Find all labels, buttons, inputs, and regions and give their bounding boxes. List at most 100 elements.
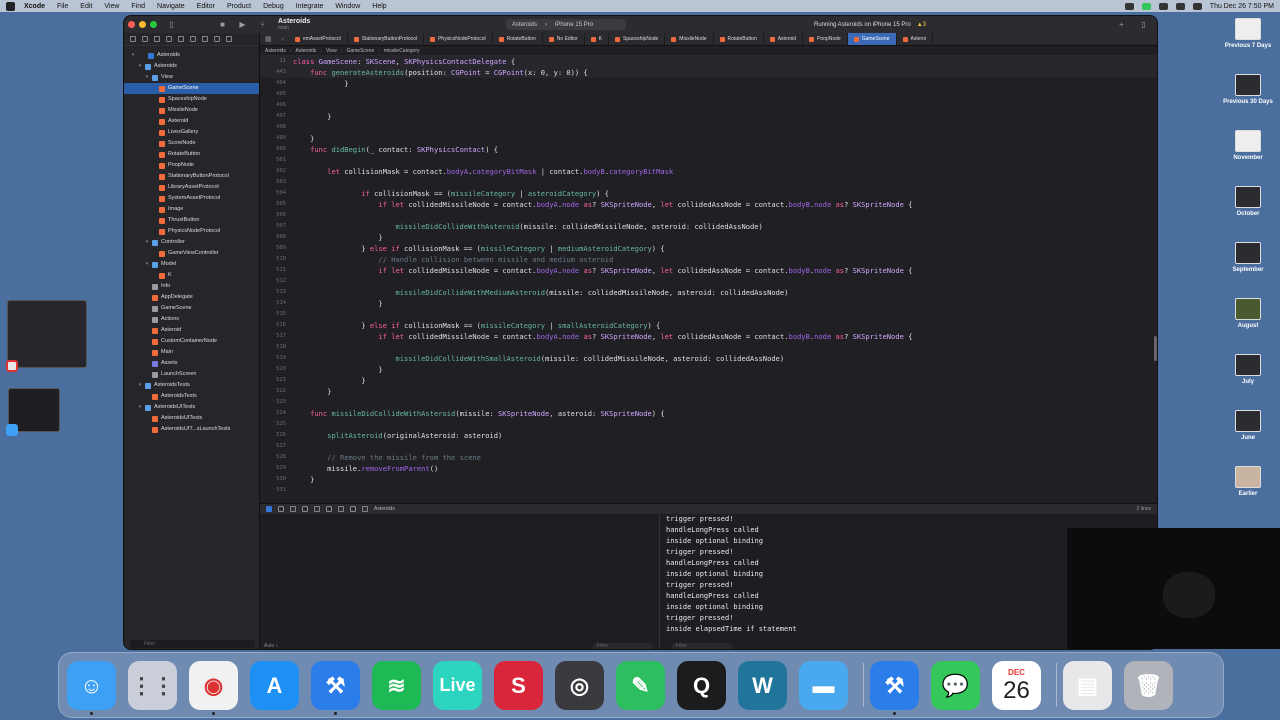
window-thumbnail[interactable] [7,300,87,368]
dock-evernote-icon[interactable]: ✎ [616,661,665,710]
debug-target[interactable]: Asteroids [374,506,395,512]
tab-spaceshipnode[interactable]: SpaceshipNode [609,33,666,45]
tab-k[interactable]: K [585,33,609,45]
source-editor[interactable]: 11 class GameScene: SKScene, SKPhysicsCon… [260,56,1157,503]
jumpbar-item[interactable]: missileCategory [384,48,420,54]
zoom-window-button[interactable] [150,21,157,28]
sidebar-item-asteroids[interactable]: ▾ Asteroids [124,61,259,72]
source-control-icon[interactable]: ⑂ [257,20,268,29]
sidebar-item-launchscreen[interactable]: LaunchScreen [124,369,259,380]
sidebar-item-k[interactable]: K [124,270,259,281]
desktop-stack-august[interactable]: August [1222,298,1274,329]
add-icon[interactable]: + [1116,20,1127,29]
battery-icon[interactable] [1158,2,1168,10]
location-icon[interactable] [362,506,368,512]
sidebar-item-thrustbutton[interactable]: ThrustButton [124,215,259,226]
stop-icon[interactable]: ■ [217,20,228,29]
menu-file[interactable]: File [57,3,68,10]
apple-icon[interactable] [6,1,15,11]
hide-debug-area-icon[interactable] [266,506,272,512]
wifi-icon[interactable] [1175,2,1185,10]
sidebar-item-spaceshipnode[interactable]: SpaceshipNode [124,94,259,105]
dock-live-icon[interactable]: Live [433,661,482,710]
tab-no-editor[interactable]: No Editor [543,33,585,45]
tab-rotatebutton[interactable]: RotateButton [714,33,764,45]
menu-navigate[interactable]: Navigate [157,3,185,10]
dock-spotify-icon[interactable]: ≋ [372,661,421,710]
sidebar-item-livesgallery[interactable]: LivesGallery [124,127,259,138]
desktop-stack-june[interactable]: June [1222,410,1274,441]
report-nav-icon[interactable] [226,36,232,42]
run-icon[interactable]: ▶ [237,20,248,29]
dock-trash-icon[interactable]: 🗑 [1124,661,1173,710]
sidebar-item-rotatebutton[interactable]: RotateButton [124,149,259,160]
sidebar-item-assets[interactable]: Assets [124,358,259,369]
scheme-selector[interactable]: Asteroids › iPhone 15 Pro [506,19,626,30]
sidebar-item-gamescene[interactable]: GameScene [124,83,259,94]
dock-messages-icon[interactable]: 💬 [931,661,980,710]
find-nav-icon[interactable] [166,36,172,42]
sidebar-item-stationarybuttonprotocol[interactable]: StationaryButtonProtocol [124,171,259,182]
jumpbar-item[interactable]: View [326,48,337,54]
warning-badge[interactable]: ▲3 [917,22,926,28]
menu-app-name[interactable]: Xcode [24,3,45,10]
step-over-icon[interactable] [302,506,308,512]
issue-nav-icon[interactable] [178,36,184,42]
sidebar-item-physicsnodeprotocol[interactable]: PhysicsNodeProtocol [124,226,259,237]
dock-chrome-icon[interactable]: ◉ [189,661,238,715]
sidebar-item-model[interactable]: ▾ Model [124,259,259,270]
variables-mode-select[interactable]: Auto ↕ [264,643,278,649]
menu-integrate[interactable]: Integrate [296,3,324,10]
jumpbar-item[interactable]: GameScene [346,48,374,54]
dock-simulator-icon[interactable]: ⚒ [870,661,919,715]
tab-stationarybuttonprotocol[interactable]: StationaryButtonProtocol [348,33,425,45]
view-hierarchy-icon[interactable] [338,506,344,512]
sidebar-item-gamescene[interactable]: GameScene [124,303,259,314]
desktop-stack-july[interactable]: July [1222,354,1274,385]
dock-downloads-icon[interactable]: ▤ [1063,661,1112,710]
tab-missilenode[interactable]: MissileNode [665,33,714,45]
dock-logic-icon[interactable]: ◎ [555,661,604,710]
sidebar-item-systemassetprotocol[interactable]: SystemAssetProtocol [124,193,259,204]
menu-clock[interactable]: Thu Dec 26 7:50 PM [1210,3,1274,10]
step-in-icon[interactable] [314,506,320,512]
tab-asteroi[interactable]: Asteroi [897,33,934,45]
disclosure-chevron-icon[interactable]: ▾ [144,259,150,270]
close-window-button[interactable] [128,21,135,28]
menu-debug[interactable]: Debug [263,3,284,10]
minimize-window-button[interactable] [139,21,146,28]
sidebar-item-scorenode[interactable]: ScoreNode [124,138,259,149]
dock-xcode-icon[interactable]: ⚒ [311,661,360,715]
disclosure-chevron-icon[interactable]: ▾ [130,50,136,61]
sidebar-item-controller[interactable]: ▾ Controller [124,237,259,248]
test-nav-icon[interactable] [190,36,196,42]
dock-finder-icon[interactable]: ☺ [67,661,116,715]
sidebar-item-asteroidsuit-slaunchtests[interactable]: AsteroidsUIT...sLaunchTests [124,424,259,435]
sidebar-item-poopnode[interactable]: PoopNode [124,160,259,171]
sidebar-item-libraryassetprotocol[interactable]: LibraryAssetProtocol [124,182,259,193]
disclosure-chevron-icon[interactable]: ▾ [144,237,150,248]
pause-icon[interactable] [278,506,284,512]
menu-window[interactable]: Window [335,3,360,10]
tab-rotatebutton[interactable]: RotateButton [493,33,543,45]
menu-editor[interactable]: Editor [197,3,215,10]
sidebar-item-asteroidsuitests[interactable]: ▾ AsteroidsUITests [124,402,259,413]
desktop-stack-earlier[interactable]: Earlier [1222,466,1274,497]
breakpoint-nav-icon[interactable] [214,36,220,42]
dock-folder-icon[interactable]: ▬ [799,661,848,710]
sidebar-item-image[interactable]: Image [124,204,259,215]
dock-scrivener-icon[interactable]: S [494,661,543,710]
inspector-toggle-icon[interactable]: ▯ [1138,20,1149,29]
disclosure-chevron-icon[interactable]: ▾ [144,72,150,83]
menu-edit[interactable]: Edit [80,3,92,10]
control-icon[interactable] [1124,2,1134,10]
sidebar-item-info[interactable]: Info [124,281,259,292]
variables-filter-input[interactable]: Filter [593,642,653,649]
memory-graph-icon[interactable] [350,506,356,512]
sidebar-item-actions[interactable]: Actions [124,314,259,325]
jumpbar-item[interactable]: Asteroids [296,48,317,54]
sidebar-item-main[interactable]: Main [124,347,259,358]
camera-indicator-icon[interactable] [1141,2,1151,10]
dock-app-store-icon[interactable]: A [250,661,299,710]
grid-icon[interactable]: ▦ [260,35,277,43]
